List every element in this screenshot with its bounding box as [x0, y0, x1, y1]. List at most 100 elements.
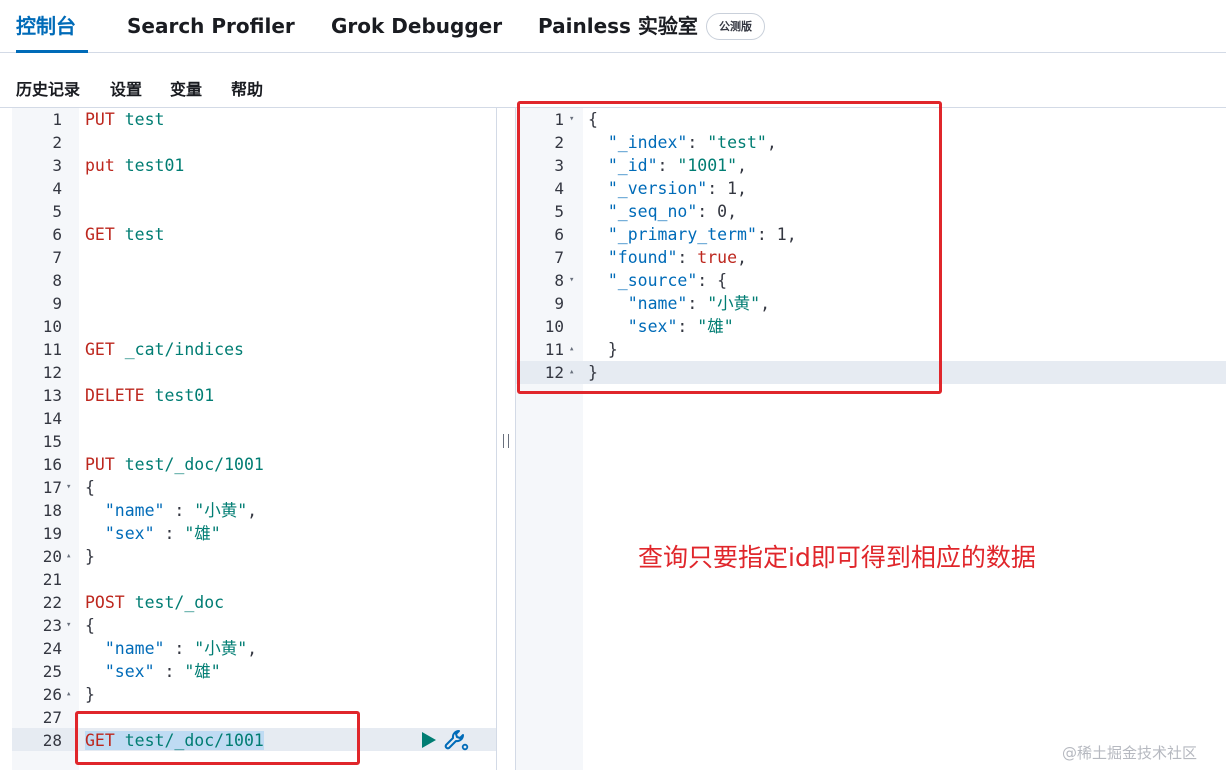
code-line: "name" : "小黄", — [85, 637, 257, 660]
code-token: test/_doc — [134, 593, 225, 612]
code-token: _cat/indices — [124, 340, 244, 359]
wrench-icon[interactable] — [443, 728, 469, 752]
code-token: : — [154, 662, 185, 681]
code-line: { — [85, 614, 95, 637]
line-number: 21 — [42, 570, 62, 589]
line-number: 14 — [42, 409, 62, 428]
line-number: 5 — [52, 202, 62, 221]
line-number: 3 — [52, 156, 62, 175]
fold-collapse-icon[interactable]: ▾ — [66, 614, 71, 637]
code-token: test01 — [124, 156, 185, 175]
code-line: { — [85, 476, 95, 499]
panel-resizer[interactable] — [496, 108, 516, 770]
line-number: 2 — [52, 133, 62, 152]
code-line: DELETE test01 — [85, 384, 214, 407]
line-number: 10 — [42, 317, 62, 336]
code-line: PUT test/_doc/1001 — [85, 453, 264, 476]
line-number: 6 — [52, 225, 62, 244]
line-number: 24 — [42, 639, 62, 658]
line-number: 26 — [42, 685, 62, 704]
code-token: "sex" — [104, 662, 155, 681]
play-icon[interactable] — [421, 731, 437, 749]
code-token: "sex" — [104, 524, 155, 543]
code-line: GET test — [85, 223, 165, 246]
tab-painless-lab[interactable]: Painless 实验室 — [538, 0, 698, 53]
line-number: 18 — [42, 501, 62, 520]
code-token: DELETE — [85, 386, 145, 405]
code-token: PUT — [85, 110, 115, 129]
code-token: POST — [85, 593, 125, 612]
menu-settings[interactable]: 设置 — [110, 76, 142, 100]
code-token: } — [85, 547, 95, 566]
code-line: "sex" : "雄" — [85, 522, 221, 545]
code-token: } — [85, 685, 95, 704]
tab-grok-debugger[interactable]: Grok Debugger — [331, 0, 502, 53]
line-number: 7 — [52, 248, 62, 267]
console-menu: 历史记录 设置 变量 帮助 — [0, 53, 1226, 108]
line-number: 28 — [42, 731, 62, 750]
code-token: "雄" — [184, 524, 221, 543]
menu-history[interactable]: 历史记录 — [16, 76, 80, 100]
code-line: } — [85, 683, 95, 706]
request-editor[interactable]: 1 PUT test 2 3 put test01 4 5 6 GET test 7 8 9 10 11 G… — [0, 108, 496, 770]
response-highlight-box — [517, 101, 942, 394]
line-number: 25 — [42, 662, 62, 681]
tab-search-profiler[interactable]: Search Profiler — [127, 0, 295, 53]
code-token: test01 — [154, 386, 215, 405]
line-number: 23 — [42, 616, 62, 635]
line-number: 1 — [52, 110, 62, 129]
code-token: : — [164, 639, 195, 658]
code-token: { — [85, 616, 95, 635]
code-line: PUT test — [85, 108, 165, 131]
line-number: 15 — [42, 432, 62, 451]
menu-help[interactable]: 帮助 — [231, 76, 263, 100]
annotation-text: 查询只要指定id即可得到相应的数据 — [638, 543, 1036, 572]
line-number: 27 — [42, 708, 62, 727]
watermark: @稀土掘金技术社区 — [1062, 744, 1198, 762]
line-number: 20 — [42, 547, 62, 566]
line-number: 9 — [52, 294, 62, 313]
code-token: test/_doc/1001 — [124, 455, 264, 474]
code-line: } — [85, 545, 95, 568]
line-number: 13 — [42, 386, 62, 405]
fold-collapse-icon[interactable]: ▾ — [66, 476, 71, 499]
top-tabs: 控制台 Search Profiler Grok Debugger Painle… — [0, 0, 1226, 53]
code-line: GET _cat/indices — [85, 338, 244, 361]
code-token: "name" — [104, 639, 165, 658]
code-token: , — [247, 501, 258, 520]
line-number: 8 — [52, 271, 62, 290]
menu-variables[interactable]: 变量 — [170, 76, 202, 100]
code-line: POST test/_doc — [85, 591, 224, 614]
code-token: put — [85, 156, 115, 175]
code-token: { — [85, 478, 95, 497]
fold-expand-icon[interactable]: ▴ — [66, 683, 71, 706]
code-token: : — [154, 524, 185, 543]
line-number: 19 — [42, 524, 62, 543]
code-token: , — [247, 639, 258, 658]
code-token: test — [124, 225, 165, 244]
line-number: 12 — [42, 363, 62, 382]
code-token: "小黄" — [194, 639, 248, 658]
code-token: PUT — [85, 455, 115, 474]
tab-console[interactable]: 控制台 — [16, 0, 88, 53]
line-number: 4 — [52, 179, 62, 198]
code-line: "sex" : "雄" — [85, 660, 221, 683]
code-line: "name" : "小黄", — [85, 499, 257, 522]
code-token: "小黄" — [194, 501, 248, 520]
line-number: 22 — [42, 593, 62, 612]
code-line: put test01 — [85, 154, 184, 177]
fold-expand-icon[interactable]: ▴ — [66, 545, 71, 568]
code-token: "name" — [104, 501, 165, 520]
resize-handle-icon — [503, 434, 509, 448]
